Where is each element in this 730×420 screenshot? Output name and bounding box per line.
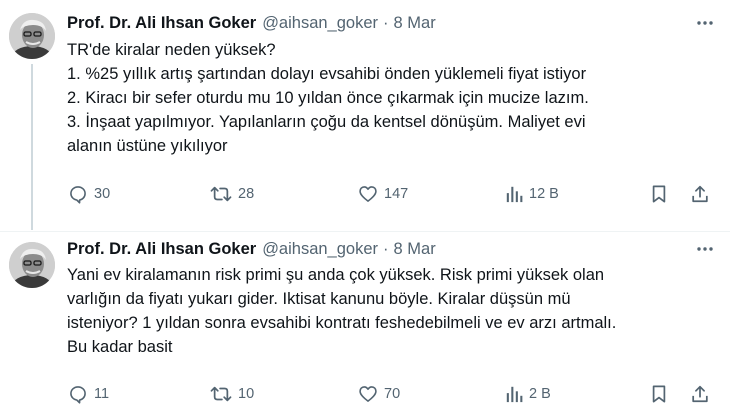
tweet[interactable]: Prof. Dr. Ali Ihsan Goker @aihsan_goker … <box>0 0 730 232</box>
tweet-text-line: isteniyor? 1 yıldan sonra evsahibi kontr… <box>67 314 617 332</box>
reply-count: 11 <box>94 386 110 402</box>
tweet-text-line: Bu kadar basit <box>67 338 173 356</box>
separator-dot: · <box>383 239 389 258</box>
tweet-header: Prof. Dr. Ali Ihsan Goker @aihsan_goker … <box>67 238 690 260</box>
share-icon <box>692 185 708 203</box>
reply-button[interactable]: 11 <box>68 382 109 406</box>
retweet-button[interactable]: 10 <box>210 382 254 406</box>
views-button[interactable]: 12 B <box>505 182 559 206</box>
tweet-text-line: 3. İnşaat yapılmıyor. Yapılanların çoğu … <box>67 113 586 131</box>
heart-icon <box>359 386 377 402</box>
tweet-header: Prof. Dr. Ali Ihsan Goker @aihsan_goker … <box>67 12 690 34</box>
bookmark-icon <box>652 385 666 403</box>
views-count: 12 B <box>529 186 559 202</box>
tweet-thread: Prof. Dr. Ali Ihsan Goker @aihsan_goker … <box>0 0 730 420</box>
tweet-text-line: 2. Kiracı bir sefer oturdu mu 10 yıldan … <box>67 89 589 107</box>
tweet[interactable]: Prof. Dr. Ali Ihsan Goker @aihsan_goker … <box>0 232 730 420</box>
views-button[interactable]: 2 B <box>505 382 551 406</box>
bookmark-icon <box>652 185 666 203</box>
avatar[interactable] <box>9 13 55 59</box>
tweet-actions: 30 28 147 12 B <box>0 182 730 206</box>
views-icon <box>506 186 523 203</box>
share-icon <box>692 385 708 403</box>
like-count: 147 <box>384 186 409 202</box>
avatar[interactable] <box>9 242 55 288</box>
author-name[interactable]: Prof. Dr. Ali Ihsan Goker <box>67 14 256 33</box>
separator-dot: · <box>383 13 389 32</box>
tweet-date[interactable]: 8 Mar <box>394 14 436 33</box>
retweet-button[interactable]: 28 <box>210 182 254 206</box>
like-button[interactable]: 70 <box>358 382 400 406</box>
reply-icon <box>70 186 86 204</box>
reply-count: 30 <box>94 186 111 202</box>
tweet-text: TR'de kiralar neden yüksek? 1. %25 yıllı… <box>67 38 718 158</box>
tweet-text-line: varlığın da fiyatı yukarı gider. Iktisat… <box>67 290 571 308</box>
tweet-text: Yani ev kiralamanın risk primi şu anda ç… <box>67 263 718 359</box>
like-count: 70 <box>384 386 401 402</box>
retweet-icon <box>210 186 232 202</box>
author-handle[interactable]: @aihsan_goker <box>262 240 378 259</box>
heart-icon <box>359 186 377 202</box>
share-button[interactable] <box>690 182 710 206</box>
author-name[interactable]: Prof. Dr. Ali Ihsan Goker <box>67 240 256 259</box>
tweet-date[interactable]: 8 Mar <box>394 240 436 259</box>
retweet-icon <box>210 386 232 402</box>
tweet-text-line: Yani ev kiralamanın risk primi şu anda ç… <box>67 266 605 284</box>
tweet-text-line: TR'de kiralar neden yüksek? <box>67 41 276 59</box>
reply-icon <box>70 386 86 404</box>
bookmark-button[interactable] <box>650 182 668 206</box>
bookmark-button[interactable] <box>650 382 668 406</box>
reply-button[interactable]: 30 <box>68 182 110 206</box>
tweet-actions: 11 10 70 2 B <box>0 382 730 406</box>
tweet-text-line: 1. %25 yıllık artış şartından dolayı evs… <box>67 65 587 83</box>
views-icon <box>506 386 523 403</box>
retweet-count: 28 <box>238 186 255 202</box>
views-count: 2 B <box>529 386 551 402</box>
more-icon[interactable] <box>694 238 716 260</box>
author-handle[interactable]: @aihsan_goker <box>262 14 378 33</box>
more-icon[interactable] <box>694 12 716 34</box>
retweet-count: 10 <box>238 386 255 402</box>
tweet-text-line: alanın üstüne yıkılıyor <box>67 137 228 155</box>
like-button[interactable]: 147 <box>358 182 408 206</box>
share-button[interactable] <box>690 382 710 406</box>
